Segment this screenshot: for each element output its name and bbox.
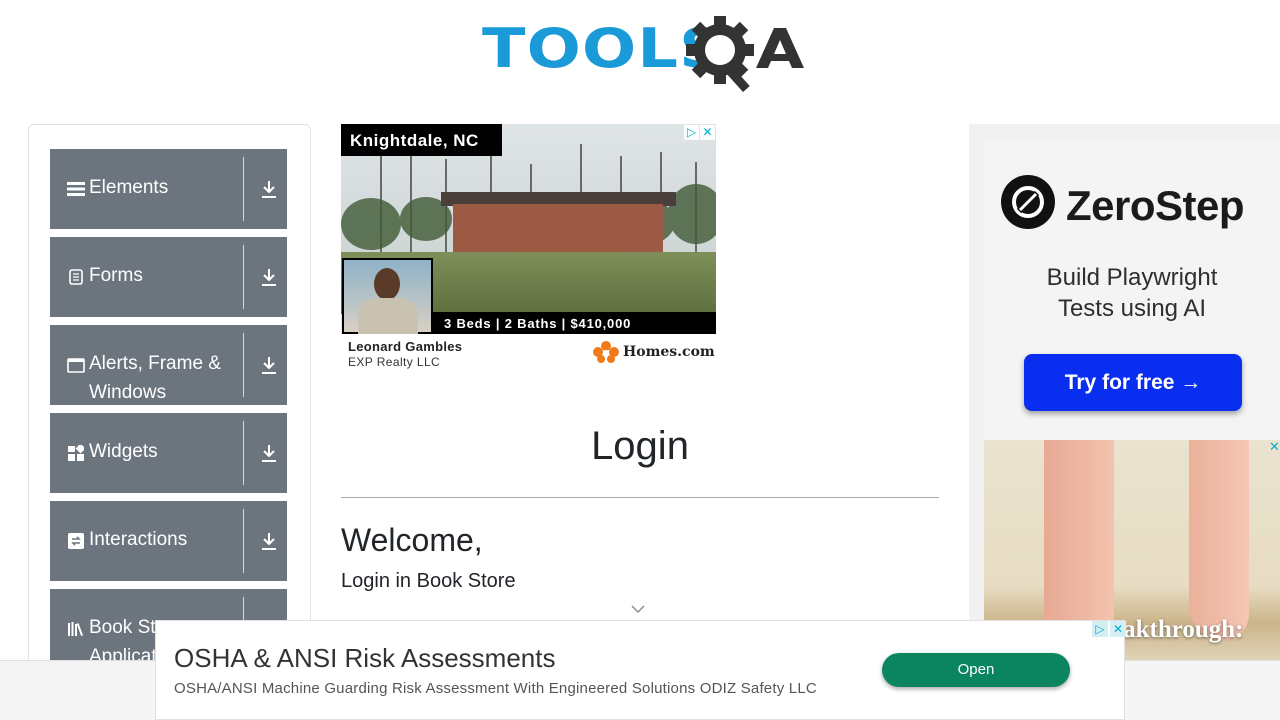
feet-ad-headline: eakthrough:	[1112, 616, 1244, 643]
group-label: Interactions	[89, 529, 188, 550]
divider	[243, 245, 244, 309]
homes-flower-icon	[593, 341, 619, 363]
close-icon[interactable]: ✕	[1269, 440, 1280, 454]
try-for-free-button[interactable]: Try for free →	[1024, 354, 1242, 411]
zerostep-brand: ZeroStep	[1066, 182, 1245, 229]
agent-company: EXP Realty LLC	[348, 355, 441, 369]
group-elements[interactable]: Elements	[50, 149, 287, 229]
ad-photo-house	[453, 204, 663, 256]
agent-photo	[342, 258, 433, 334]
logo-gear-a-icon	[686, 16, 804, 92]
group-alerts-frame-windows[interactable]: Alerts, Frame & Windows	[50, 325, 287, 405]
interactions-icon	[67, 532, 85, 550]
chevron-down-icon[interactable]	[630, 604, 646, 614]
tagline-line-2: Tests using AI	[1057, 295, 1207, 322]
title-divider	[341, 497, 939, 498]
close-icon[interactable]: ✕	[700, 125, 715, 140]
hamburger-icon	[67, 180, 85, 198]
ad-leg-right	[1189, 440, 1249, 640]
adchoices-icon[interactable]: ▷	[1092, 621, 1108, 637]
open-button[interactable]: Open	[882, 653, 1070, 687]
group-label: Alerts, Frame & Windows	[89, 353, 221, 403]
widgets-icon	[67, 444, 85, 462]
homes-brand: Homes.com	[623, 344, 715, 360]
tagline-line-1: Build Playwright	[1046, 264, 1218, 291]
group-forms[interactable]: Forms	[50, 237, 287, 317]
right-ad[interactable]: ZeroStep Build Playwright Tests using AI…	[969, 124, 1280, 684]
adchoices-icon[interactable]: ▷	[684, 125, 699, 140]
download-arrow-icon[interactable]	[260, 179, 278, 199]
listing-specs: 3 Beds | 2 Baths | $410,000	[433, 312, 716, 334]
group-label: Widgets	[89, 441, 158, 462]
close-icon[interactable]: ✕	[1110, 621, 1126, 637]
site-logo[interactable]: TOOLS	[480, 14, 804, 92]
bottom-ad-description: OSHA/ANSI Machine Guarding Risk Assessme…	[174, 680, 817, 697]
group-widgets[interactable]: Widgets	[50, 413, 287, 493]
zerostep-logo-icon	[1001, 175, 1055, 229]
ad-footer: Leonard Gambles EXP Realty LLC Homes.com	[341, 334, 716, 374]
zerostep-ad[interactable]: ZeroStep Build Playwright Tests using AI…	[984, 138, 1280, 440]
group-label: Elements	[89, 177, 169, 198]
login-subtitle: Login in Book Store	[341, 570, 516, 592]
divider	[243, 421, 244, 485]
document-icon	[67, 268, 85, 286]
ad-location: Knightdale, NC	[341, 124, 502, 156]
download-arrow-icon[interactable]	[260, 531, 278, 551]
adchoices[interactable]: ▷ ✕	[1092, 621, 1126, 637]
divider	[243, 157, 244, 221]
page-title: Login	[591, 424, 689, 468]
group-label: Forms	[89, 265, 143, 286]
welcome-heading: Welcome,	[341, 522, 483, 558]
divider	[243, 509, 244, 573]
bottom-ad[interactable]: OSHA & ANSI Risk Assessments OSHA/ANSI M…	[155, 620, 1126, 720]
real-estate-ad[interactable]: Knightdale, NC 3 Beds | 2 Baths | $410,0…	[341, 124, 716, 374]
window-icon	[67, 356, 85, 374]
zerostep-tagline: Build Playwright Tests using AI	[984, 262, 1280, 324]
page: TOOLS Elements Forms Alerts, Frame & Win…	[0, 0, 1280, 720]
bottom-ad-title: OSHA & ANSI Risk Assessments	[174, 643, 556, 673]
books-icon	[67, 620, 85, 638]
agent-head	[374, 268, 400, 300]
download-arrow-icon[interactable]	[260, 267, 278, 287]
divider	[243, 333, 244, 397]
homes-logo: Homes.com	[593, 341, 715, 365]
agent-name: Leonard Gambles	[348, 339, 463, 354]
download-arrow-icon[interactable]	[260, 355, 278, 375]
download-arrow-icon[interactable]	[260, 443, 278, 463]
group-interactions[interactable]: Interactions	[50, 501, 287, 581]
agent-body	[358, 298, 418, 334]
